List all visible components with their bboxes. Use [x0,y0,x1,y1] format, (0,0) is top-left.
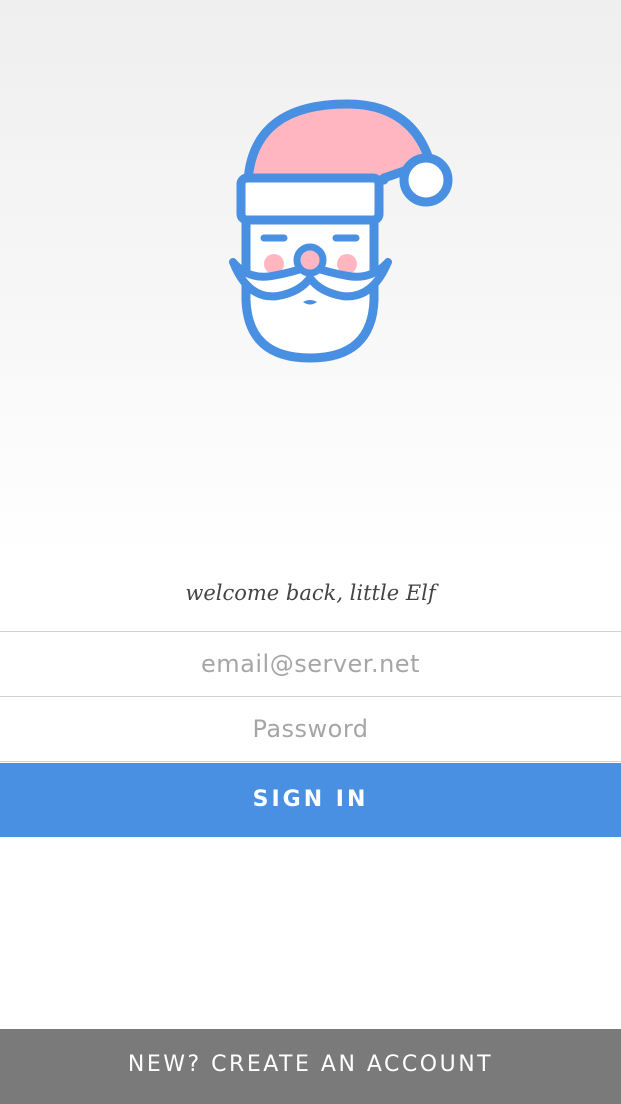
email-field[interactable] [0,632,621,695]
password-field-container [0,696,621,762]
welcome-message: welcome back, little Elf [185,581,436,605]
santa-face-icon [229,99,453,363]
email-field-container [0,631,621,695]
create-account-button[interactable]: NEW? CREATE AN ACCOUNT [0,1029,621,1104]
sign-in-button[interactable]: SIGN IN [0,763,621,837]
hero-area [0,0,621,560]
password-field[interactable] [0,697,621,761]
